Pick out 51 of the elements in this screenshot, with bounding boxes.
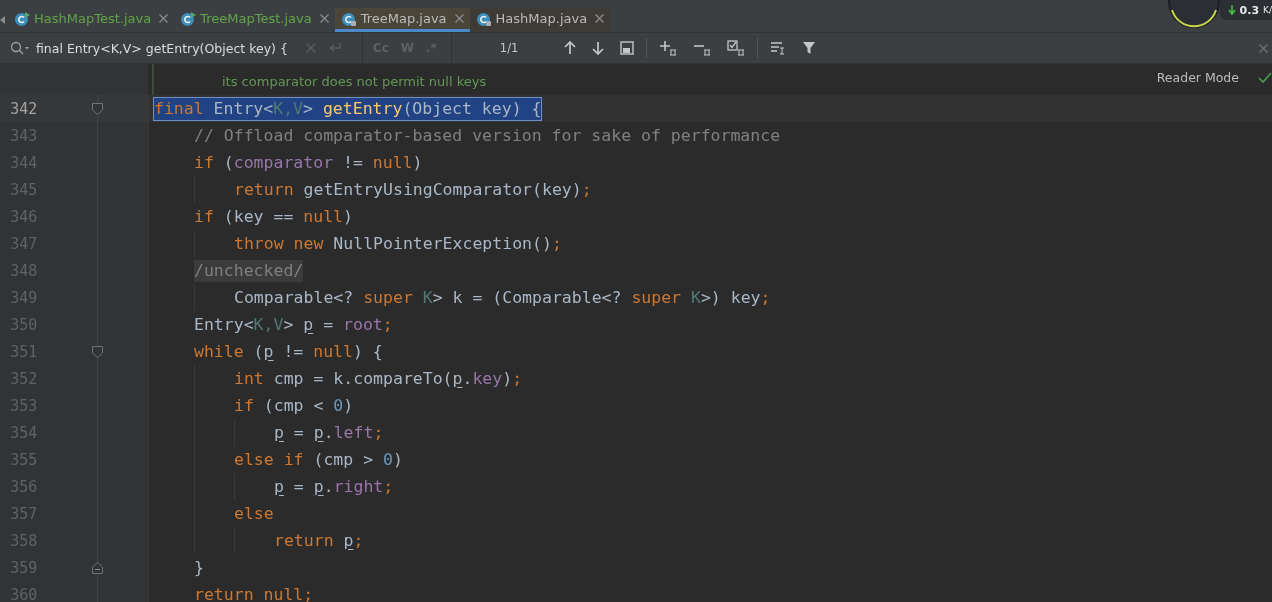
editor-tab[interactable]: HashMap.java: [469, 8, 611, 32]
select-all-occurrences-icon[interactable]: [727, 40, 746, 56]
class-run-icon: [180, 10, 197, 27]
fold-marker-icon[interactable]: [92, 102, 104, 115]
editor-tab[interactable]: TreeMap.java: [334, 8, 470, 32]
speed-unit: K/: [1263, 5, 1272, 15]
code-line: p = p.right;: [274, 475, 394, 498]
line-number: 342: [9, 99, 38, 118]
code-line: Comparable<? super K> k = (Comparable<? super K>) key;: [234, 286, 771, 309]
code-line: p = p.left;: [274, 421, 384, 444]
code-line: return null;: [194, 583, 314, 602]
check-icon: [1258, 72, 1272, 84]
filter-lines-icon[interactable]: [770, 41, 787, 55]
class-run-icon: [14, 10, 30, 27]
close-icon[interactable]: [159, 14, 169, 23]
down-arrow-icon[interactable]: [592, 41, 605, 55]
match-count: 1/1: [499, 41, 519, 55]
code-line: if (cmp < 0): [234, 394, 354, 417]
add-occurrence-icon[interactable]: [659, 40, 678, 56]
search-icon[interactable]: [10, 41, 32, 55]
search-field[interactable]: final Entry<K,V> getEntry(Object key) {: [0, 40, 288, 56]
code-line: else: [234, 502, 274, 525]
reader-mode-link[interactable]: Reader Mode: [1156, 70, 1239, 85]
code-line: return getEntryUsingComparator(key);: [234, 178, 592, 201]
close-icon[interactable]: [1259, 43, 1268, 53]
close-icon[interactable]: [595, 14, 605, 23]
code-line: while (p != null) {: [194, 340, 383, 363]
doc-comment: its comparator does not permit null keys: [222, 74, 487, 89]
close-icon[interactable]: [454, 14, 464, 23]
fold-marker-icon[interactable]: [92, 345, 104, 358]
code-line: }: [194, 556, 204, 579]
editor-tab[interactable]: TreeMapTest.java: [174, 8, 335, 32]
download-arrow-icon: [1227, 5, 1236, 15]
code-line: throw new NullPointerException();: [234, 232, 562, 255]
editor-tab[interactable]: HashMapTest.java: [8, 8, 175, 32]
code-line: return p;: [274, 529, 364, 552]
tab-scroll-icon[interactable]: [0, 16, 5, 24]
code-line: if (key == null): [194, 205, 353, 228]
up-arrow-icon[interactable]: [564, 41, 577, 55]
close-icon[interactable]: [319, 14, 329, 23]
class-lock-icon: [475, 10, 492, 27]
code-line: // Offload comparator-based version for sake of performance: [194, 124, 781, 147]
code-line: Entry<K,V> p = root;: [194, 313, 393, 336]
class-lock-icon: [340, 10, 357, 27]
fold-marker-icon[interactable]: [92, 561, 104, 574]
speed-value: 0.3: [1239, 3, 1260, 17]
code-line: else if (cmp > 0): [234, 448, 403, 471]
code-line: int cmp = k.compareTo(p.key);: [234, 367, 523, 390]
window-icon[interactable]: [620, 41, 635, 55]
funnel-icon[interactable]: [802, 41, 817, 55]
code-line: if (comparator != null): [194, 151, 423, 174]
